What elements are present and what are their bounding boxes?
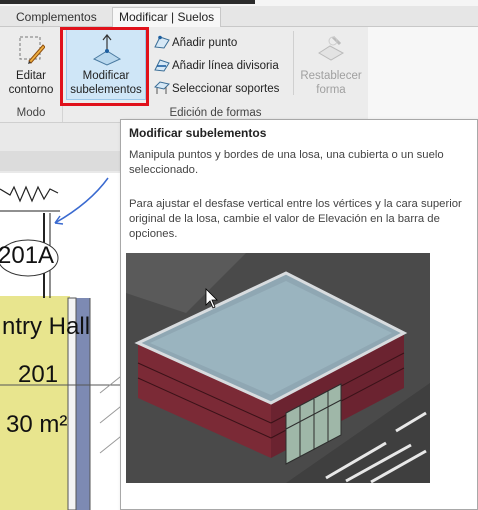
edit-boundary-icon (19, 36, 45, 64)
tooltip-description: Manipula puntos y bordes de una losa, un… (129, 149, 444, 176)
room-name-label[interactable]: ntry Hall (2, 313, 90, 341)
panel-separator (293, 31, 294, 95)
tooltip-title: Modificar subelementos (129, 126, 267, 140)
restablecer-forma-button[interactable]: Restablecer forma (296, 29, 366, 99)
tooltip-illustration (126, 253, 430, 483)
restablecer-forma-label: Restablecer forma (300, 70, 362, 96)
tab-modificar-suelos[interactable]: Modificar | Suelos (112, 7, 222, 28)
panel-modo-label: Modo (16, 107, 46, 119)
panel-edicion-formas-label: Edición de formas (169, 107, 262, 119)
tooltip-note: Para ajustar el desfase vertical entre l… (129, 198, 462, 240)
anadir-punto-label: Añadir punto (172, 37, 238, 49)
add-point-icon (154, 35, 170, 49)
seleccionar-soportes-label: Seleccionar soportes (172, 83, 280, 95)
room-area-label[interactable]: 30 m² (6, 411, 67, 439)
pick-supports-icon (154, 81, 170, 94)
highlight-box (60, 27, 149, 106)
tab-complementos[interactable]: Complementos (10, 8, 103, 26)
panel-modo: Editar contorno Modo (0, 27, 63, 122)
reset-shape-icon (318, 35, 345, 61)
anadir-linea-label: Añadir línea divisoria (172, 60, 279, 72)
title-bar-dark-strip (0, 0, 255, 4)
tooltip: Modificar subelementos Manipula puntos y… (120, 119, 478, 510)
add-split-line-icon (154, 59, 170, 72)
room-tag-201a[interactable]: 201A (0, 242, 54, 270)
editar-contorno-button[interactable]: Editar contorno (2, 29, 60, 99)
room-number-label[interactable]: 201 (18, 361, 58, 389)
editar-contorno-label: Editar contorno (8, 70, 54, 96)
ribbon-tabs: Complementos Modificar | Suelos (0, 6, 478, 28)
